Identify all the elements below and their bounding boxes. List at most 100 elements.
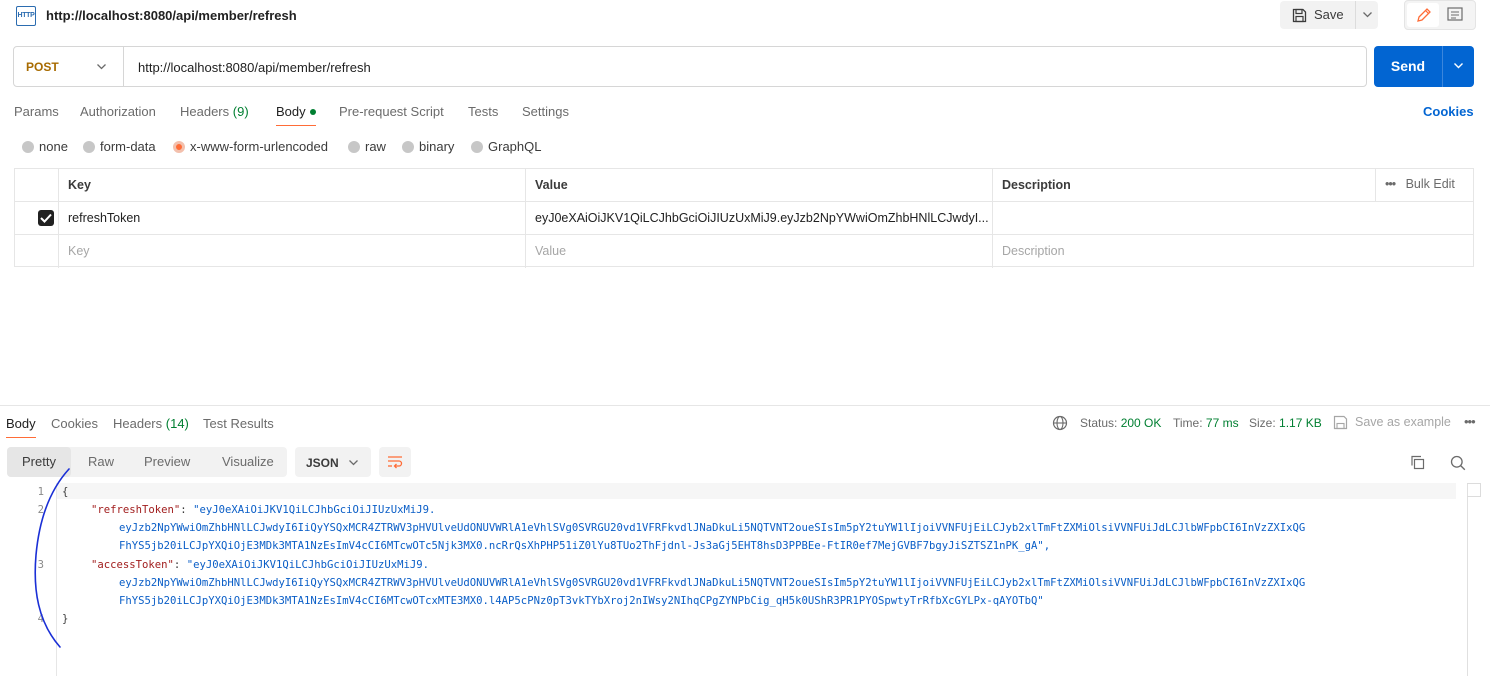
response-json-viewer[interactable]: 1 2 3 4 { "refreshToken": "eyJ0eXAiOiJKV… bbox=[0, 483, 1468, 676]
view-mode-toggle bbox=[1404, 0, 1476, 30]
request-title[interactable]: http://localhost:8080/api/member/refresh bbox=[46, 8, 297, 23]
json-string-continuation: FhYS5jb20iLCJpYXQiOjE3MDk3MTA1NzEsImV4cC… bbox=[119, 540, 1051, 552]
request-title-bar: HTTP http://localhost:8080/api/member/re… bbox=[0, 0, 1496, 32]
radio-label: binary bbox=[419, 139, 455, 154]
send-button-group: Send bbox=[1374, 46, 1474, 87]
save-icon bbox=[1333, 415, 1348, 430]
radio-label: form-data bbox=[100, 139, 156, 154]
response-tab-body[interactable]: Body bbox=[6, 416, 36, 431]
search-icon[interactable] bbox=[1450, 455, 1466, 471]
tab-body[interactable]: Body bbox=[276, 104, 316, 119]
response-format-tabs: Pretty Raw Preview Visualize bbox=[7, 447, 287, 477]
tab-prerequest-script[interactable]: Pre-request Script bbox=[339, 104, 444, 119]
response-tab-headers[interactable]: Headers (14) bbox=[113, 416, 189, 431]
format-tab-preview[interactable]: Preview bbox=[144, 447, 190, 477]
more-options-icon[interactable]: ••• bbox=[1385, 177, 1396, 191]
save-options-dropdown[interactable] bbox=[1355, 1, 1378, 29]
wrap-lines-icon bbox=[388, 456, 403, 469]
bulk-edit-button[interactable]: ••• Bulk Edit bbox=[1385, 177, 1455, 191]
radio-dot bbox=[402, 141, 414, 153]
checkmark-icon bbox=[40, 213, 52, 223]
size-value[interactable]: 1.17 KB bbox=[1279, 416, 1322, 430]
tab-headers[interactable]: Headers (9) bbox=[180, 104, 249, 119]
json-string-continuation: FhYS5jb20iLCJpYXQiOjE3MDk3MTA1NzEsImV4cC… bbox=[119, 595, 1044, 607]
globe-icon[interactable] bbox=[1052, 415, 1068, 431]
send-button[interactable]: Send bbox=[1374, 46, 1442, 87]
request-tabs: Params Authorization Headers (9) Body Pr… bbox=[0, 96, 1496, 126]
cookies-link[interactable]: Cookies bbox=[1423, 104, 1474, 119]
tab-params[interactable]: Params bbox=[14, 104, 59, 119]
response-headers-count: (14) bbox=[165, 416, 189, 431]
headers-count: (9) bbox=[232, 104, 249, 119]
column-header-description: Description bbox=[993, 169, 1376, 202]
tab-settings[interactable]: Settings bbox=[522, 104, 569, 119]
chevron-down-icon bbox=[97, 64, 106, 70]
status-label: Status: bbox=[1080, 416, 1118, 430]
send-options-dropdown[interactable] bbox=[1442, 46, 1474, 87]
table-row-new: Key Value Description bbox=[15, 235, 1473, 268]
method-select[interactable]: POST bbox=[14, 47, 124, 86]
save-button-group: Save bbox=[1280, 1, 1378, 29]
chevron-down-icon bbox=[1454, 63, 1463, 69]
radio-dot bbox=[83, 141, 95, 153]
body-indicator-dot bbox=[309, 109, 316, 115]
row-value-input[interactable]: eyJ0eXAiOiJKV1QiLCJhbGciOiJIUzUxMiJ9.eyJ… bbox=[526, 202, 993, 235]
copy-icon[interactable] bbox=[1410, 455, 1425, 470]
tab-authorization[interactable]: Authorization bbox=[80, 104, 156, 119]
url-bar: POST http://localhost:8080/api/member/re… bbox=[13, 46, 1367, 87]
save-label: Save bbox=[1314, 7, 1344, 22]
method-label: POST bbox=[26, 60, 59, 74]
table-header-row: Key Value Description ••• Bulk Edit bbox=[15, 169, 1473, 202]
documentation-icon[interactable] bbox=[1447, 7, 1463, 22]
time-label: Time: bbox=[1173, 416, 1203, 430]
json-string: "eyJ0eXAiOiJKV1QiLCJhbGciOiJIUzUxMiJ9. bbox=[193, 504, 436, 516]
response-tabs: Body Cookies Headers (14) Test Results S… bbox=[0, 410, 1496, 438]
size-label: Size: bbox=[1249, 416, 1276, 430]
row-description-input[interactable] bbox=[993, 202, 1473, 235]
radio-dot bbox=[348, 141, 360, 153]
active-response-tab-indicator bbox=[6, 437, 36, 438]
save-button[interactable]: Save bbox=[1280, 1, 1354, 29]
chevron-down-icon bbox=[349, 460, 358, 466]
http-request-icon: HTTP bbox=[16, 6, 36, 26]
time-readout: Time: 77 ms bbox=[1173, 416, 1239, 430]
chevron-down-icon bbox=[1363, 12, 1372, 18]
new-key-input[interactable]: Key bbox=[59, 235, 526, 268]
url-input[interactable]: http://localhost:8080/api/member/refresh bbox=[138, 60, 371, 75]
radio-dot bbox=[471, 141, 483, 153]
json-key: "accessToken" bbox=[91, 559, 174, 571]
wrap-lines-button[interactable] bbox=[379, 447, 411, 477]
tab-tests[interactable]: Tests bbox=[468, 104, 498, 119]
tab-headers-label: Headers bbox=[180, 104, 230, 119]
new-description-input[interactable]: Description bbox=[993, 235, 1473, 268]
row-key-input[interactable]: refreshToken bbox=[59, 202, 526, 235]
format-tab-raw[interactable]: Raw bbox=[88, 447, 114, 477]
radio-dot-selected bbox=[173, 141, 185, 153]
json-string: "eyJ0eXAiOiJKV1QiLCJhbGciOiJIUzUxMiJ9. bbox=[186, 559, 430, 571]
radio-dot bbox=[22, 141, 34, 153]
status-value[interactable]: 200 OK bbox=[1121, 416, 1162, 430]
size-readout: Size: 1.17 KB bbox=[1249, 416, 1322, 430]
bulk-edit-label: Bulk Edit bbox=[1405, 177, 1455, 191]
radio-label: raw bbox=[365, 139, 386, 154]
row-enabled-checkbox[interactable] bbox=[38, 210, 54, 226]
line-number: 2 bbox=[37, 504, 44, 516]
line-number: 4 bbox=[37, 613, 44, 625]
response-tab-cookies[interactable]: Cookies bbox=[51, 416, 98, 431]
code-scrollbar-thumb[interactable] bbox=[1467, 483, 1481, 497]
response-tab-test-results[interactable]: Test Results bbox=[203, 416, 274, 431]
panel-divider[interactable] bbox=[0, 405, 1490, 406]
tab-body-label: Body bbox=[276, 104, 306, 119]
format-tab-pretty[interactable]: Pretty bbox=[7, 447, 71, 477]
format-tab-visualize[interactable]: Visualize bbox=[222, 447, 274, 477]
table-row: refreshToken eyJ0eXAiOiJKV1QiLCJhbGciOiJ… bbox=[15, 202, 1473, 235]
pencil-icon bbox=[1417, 8, 1431, 22]
response-language-select[interactable]: JSON bbox=[295, 447, 371, 477]
more-options-icon[interactable]: ••• bbox=[1464, 414, 1476, 429]
save-as-example-label: Save as example bbox=[1355, 415, 1451, 429]
new-value-input[interactable]: Value bbox=[526, 235, 993, 268]
status-readout: Status: 200 OK bbox=[1080, 416, 1161, 430]
time-value[interactable]: 77 ms bbox=[1206, 416, 1239, 430]
body-type-selector: none form-data x-www-form-urlencoded raw… bbox=[0, 136, 1496, 158]
edit-mode-button[interactable] bbox=[1407, 3, 1439, 27]
